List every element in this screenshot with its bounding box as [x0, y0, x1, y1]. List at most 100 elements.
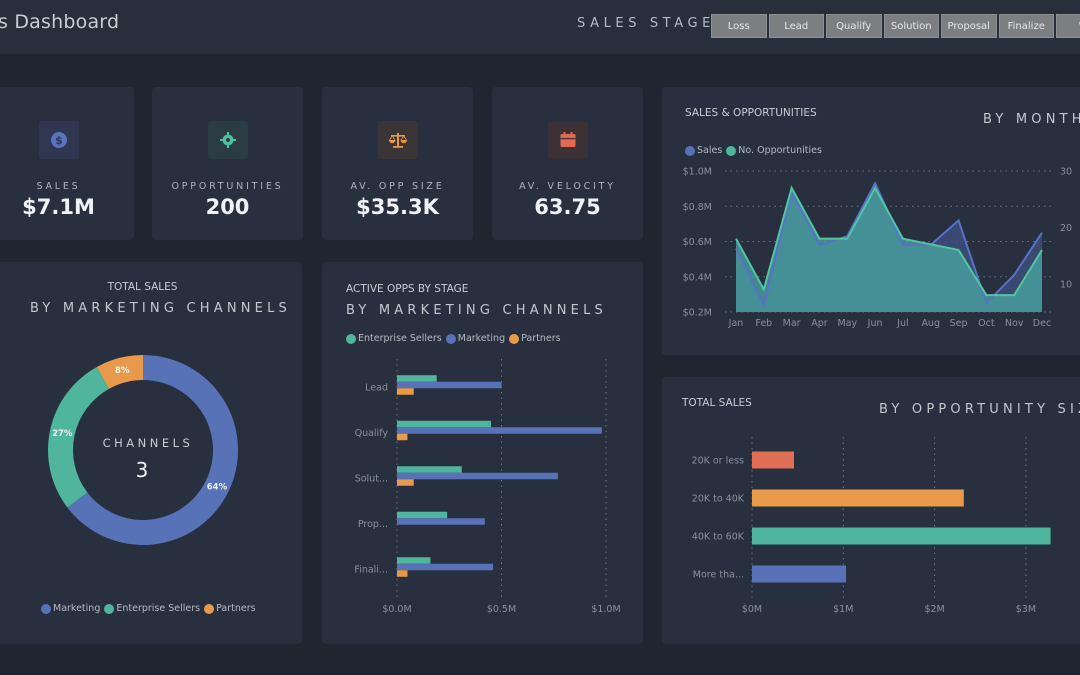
y2-tick-label: 20 [1060, 223, 1072, 234]
kpi-icon-box [207, 121, 248, 159]
bar-partners [397, 388, 414, 395]
donut-slice-label: 64% [207, 483, 228, 493]
stage-button-won[interactable]: W [1056, 14, 1080, 38]
y-tick-label: Finali... [354, 565, 388, 576]
kpi-card-av-velocity: AV. VELOCITY 63.75 [492, 87, 643, 240]
y-tick-label: Qualify [355, 428, 389, 439]
x-tick-label: May [837, 318, 857, 329]
scale-icon [388, 133, 407, 148]
x-tick-label: $2M [924, 604, 944, 615]
x-tick-label: $0.0M [382, 604, 411, 615]
y-tick-label: Prop... [358, 519, 388, 530]
calendar-icon [560, 132, 575, 147]
x-tick-label: Nov [1005, 318, 1024, 329]
stage-button-proposal[interactable]: Proposal [941, 14, 997, 38]
bar-opp-size [752, 527, 1051, 545]
x-tick-label: Jul [896, 318, 908, 329]
y-tick-label: 20K to 40K [692, 494, 745, 505]
y-tick-label: $1.0M [683, 167, 712, 178]
donut-slice-label: 27% [52, 429, 73, 439]
x-tick-label: Jun [867, 318, 883, 329]
kpi-value: $7.1M [22, 195, 95, 219]
x-tick-label: $1M [833, 604, 853, 615]
bar-enterprise-sellers [397, 375, 437, 382]
legend-item-partners[interactable]: Partners [204, 603, 256, 614]
y-tick-label: $0.8M [683, 202, 712, 213]
legend-dot [41, 603, 51, 614]
sales-opportunities-area-chart: $0.2M $0.4M $0.6M $0.8M $1.0M 10 20 30 Jan Feb Mar… [683, 167, 1072, 330]
y-tick-label: More tha... [693, 570, 744, 581]
kpi-label: OPPORTUNITIES [171, 181, 284, 192]
x-tick-label: Aug [921, 318, 940, 329]
sales-stage-label: SALES STAGE [577, 16, 715, 31]
bar-enterprise-sellers [397, 557, 431, 564]
kpi-card-av-opp-size: AV. OPP SIZE $35.3K [322, 87, 473, 240]
total-sales-channels-card: TOTAL SALES BY MARKETING CHANNELS CHANNE… [0, 262, 302, 644]
y-tick-label: Solut... [355, 474, 388, 485]
bar-marketing [397, 427, 602, 434]
bar-marketing [397, 518, 485, 525]
stage-button-qualify[interactable]: Qualify [826, 14, 882, 38]
legend-label: Marketing [53, 603, 101, 614]
sales-stage-slicer: Loss Lead Qualify Solution Proposal Fina… [711, 14, 1080, 38]
bar-enterprise-sellers [397, 420, 492, 428]
kpi-label: AV. OPP SIZE [350, 181, 445, 192]
donut-center-label: CHANNELS [103, 436, 194, 450]
donut-slice-label: 8% [115, 366, 130, 376]
kpi-icon-box [547, 121, 588, 159]
bar-opp-size [752, 451, 794, 469]
bar-partners [397, 570, 408, 577]
donut-center-value: 3 [136, 458, 149, 482]
kpi-icon-box [377, 121, 418, 159]
legend-dot [104, 603, 115, 614]
sales-by-channel-donut-chart: CHANNELS 3 64% 27% 8% [48, 355, 239, 545]
sales-opportunities-card: SALES & OPPORTUNITIES BY MONTH Sales No.… [662, 87, 1080, 355]
legend-label: Enterprise Sellers [116, 603, 201, 614]
y-tick-label: 40K to 60K [692, 532, 745, 543]
kpi-card-sales: $ SALES $7.1M [0, 87, 134, 240]
legend-item-marketing[interactable]: Marketing [41, 603, 100, 614]
stage-button-finalize[interactable]: Finalize [998, 14, 1054, 38]
x-tick-label: $0M [742, 604, 762, 615]
bar-opp-size [752, 565, 847, 583]
legend-label: Partners [216, 603, 256, 614]
x-tick-label: Oct [978, 318, 995, 329]
stage-button-loss[interactable]: Loss [711, 14, 767, 38]
x-tick-label: Apr [811, 318, 828, 329]
active-opps-bar-chart: $0.0M $0.5M $1.0M Lead Qualify Solut... Prop..… [354, 359, 621, 615]
bar-opp-size [752, 489, 964, 507]
stage-button-lead[interactable]: Lead [768, 14, 824, 38]
x-tick-label: $0.5M [487, 604, 516, 615]
kpi-card-opportunities: OPPORTUNITIES 200 [152, 87, 303, 240]
dashboard-title: s Dashboard [0, 11, 120, 33]
x-tick-label: $3M [1016, 604, 1036, 615]
bar-marketing [397, 563, 494, 571]
svg-text:$: $ [55, 134, 63, 147]
y-tick-label: Lead [365, 383, 388, 394]
stage-button-solution[interactable]: Solution [883, 14, 939, 38]
kpi-value: 63.75 [534, 195, 601, 219]
legend-dot [204, 603, 215, 614]
top-bar: s Dashboard SALES STAGE Loss Lead Qualif… [0, 0, 1080, 54]
y2-tick-label: 30 [1060, 167, 1072, 178]
x-tick-label: Sep [950, 318, 968, 329]
kpi-label: AV. VELOCITY [519, 181, 616, 192]
y2-tick-label: 10 [1060, 279, 1072, 290]
target-icon [219, 132, 236, 148]
y-tick-label: $0.4M [683, 272, 712, 283]
legend-item-enterprise-sellers[interactable]: Enterprise Sellers [104, 603, 200, 614]
bar-partners [397, 479, 414, 486]
bar-marketing [397, 472, 558, 480]
opp-size-bar-chart: $0M $1M $2M $3M 20K or less 20K to 40K 40K to … [692, 437, 1051, 615]
bar-enterprise-sellers [397, 466, 462, 473]
bar-partners [397, 433, 408, 441]
x-tick-label: Mar [783, 318, 801, 329]
y-tick-label: $0.2M [683, 308, 712, 319]
x-tick-label: $1.0M [591, 604, 620, 615]
x-tick-label: Dec [1033, 318, 1051, 329]
bar-marketing [397, 381, 502, 389]
kpi-value: $35.3K [356, 195, 439, 219]
dollar-icon: $ [50, 132, 67, 148]
x-tick-label: Feb [755, 318, 772, 329]
y-tick-label: $0.6M [683, 237, 712, 248]
